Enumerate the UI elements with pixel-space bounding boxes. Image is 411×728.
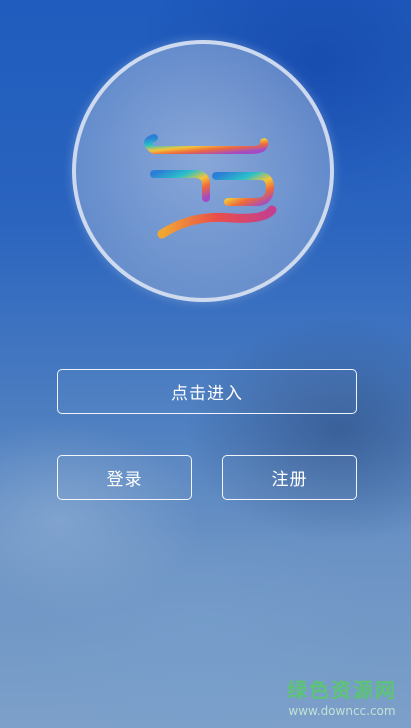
login-button-label: 登录 <box>106 470 143 490</box>
enter-button[interactable]: 点击进入 <box>57 369 357 414</box>
register-button[interactable]: 注册 <box>222 455 357 500</box>
enter-button-label: 点击进入 <box>171 384 243 404</box>
watermark-title: 绿色资源网 <box>287 678 397 702</box>
watermark-url: www.downcc.com <box>288 704 396 718</box>
watermark: 绿色资源网 www.downcc.com <box>287 674 397 718</box>
app-logo-icon <box>138 102 277 239</box>
register-button-label: 注册 <box>271 470 308 490</box>
login-button[interactable]: 登录 <box>57 455 192 500</box>
logo-circle <box>72 40 334 302</box>
